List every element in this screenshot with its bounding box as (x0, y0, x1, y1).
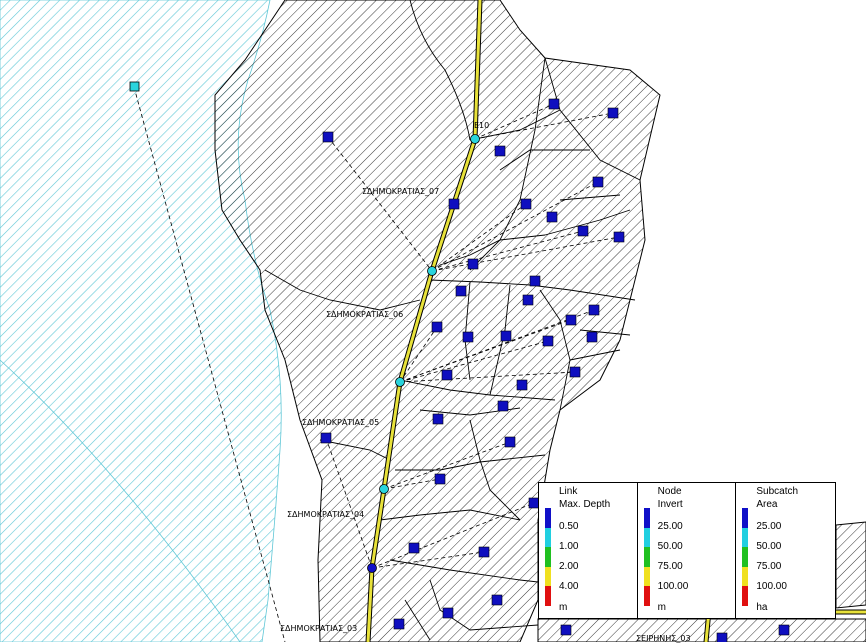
legend-title: Subcatch (756, 486, 799, 497)
subcatchment-centroid[interactable] (320, 432, 332, 444)
legend-value: 25.00 (756, 521, 782, 532)
subcatchment-centroid[interactable] (586, 331, 598, 343)
legend-subtitle: Invert (657, 499, 683, 510)
subcatchment-centroid[interactable] (322, 131, 334, 143)
legend-value: 1.00 (559, 541, 579, 552)
subcatchment-centroid[interactable] (778, 624, 790, 636)
legend-subtitle: Area (756, 499, 778, 510)
legend-panel-link: Link Max. Depth 0.50 1.00 2.00 4.00 m (539, 483, 638, 618)
label-node-e10: E10 (474, 121, 490, 130)
legend-value: 50.00 (756, 541, 782, 552)
node-d03[interactable] (367, 563, 377, 573)
subcatchment-centroid[interactable] (434, 473, 446, 485)
legend-color-bar (545, 508, 551, 606)
map-legend: Link Max. Depth 0.50 1.00 2.00 4.00 m No… (538, 482, 836, 619)
subcatchment-centroid[interactable] (546, 211, 558, 223)
subcatchment-centroid[interactable] (548, 98, 560, 110)
subcatchment-centroid[interactable] (565, 314, 577, 326)
subcatchment-centroid[interactable] (529, 275, 541, 287)
subcatchment-centroid[interactable] (607, 107, 619, 119)
subcatchment-centroid[interactable] (478, 546, 490, 558)
subcatchment-centroid[interactable] (455, 285, 467, 297)
node-d04[interactable] (379, 484, 389, 494)
subcatchment-centroid[interactable] (467, 258, 479, 270)
subcatchment-centroid[interactable] (592, 176, 604, 188)
node-d06[interactable] (427, 266, 437, 276)
legend-value: 0.50 (559, 521, 579, 532)
subcatchment-centroid[interactable] (522, 294, 534, 306)
subcatchment-centroid[interactable] (494, 145, 506, 157)
outfall-marker[interactable] (129, 81, 140, 92)
legend-value: 2.00 (559, 561, 579, 572)
catchment-area-south (537, 618, 866, 642)
label-d05: ΣΔΗΜΟΚΡΑΤΙΑΣ_05 (302, 418, 380, 427)
legend-panel-subcatch: Subcatch Area 25.00 50.00 75.00 100.00 h… (736, 483, 835, 618)
subcatchment-centroid[interactable] (560, 624, 572, 636)
label-d07: ΣΔΗΜΟΚΡΑΤΙΑΣ_07 (362, 187, 440, 196)
subcatchment-centroid[interactable] (491, 594, 503, 606)
subcatchment-centroid[interactable] (516, 379, 528, 391)
subcatchment-centroid[interactable] (500, 330, 512, 342)
legend-color-bar (643, 508, 650, 606)
node-e10[interactable] (470, 134, 480, 144)
legend-unit: ha (756, 602, 768, 613)
legend-value: 100.00 (756, 581, 787, 592)
subcatchment-centroid[interactable] (613, 231, 625, 243)
legend-unit: m (657, 602, 667, 613)
subcatchment-centroid[interactable] (542, 335, 554, 347)
legend-value: 4.00 (559, 581, 579, 592)
subcatchment-centroid[interactable] (441, 369, 453, 381)
subcatchment-centroid[interactable] (448, 198, 460, 210)
node-d05[interactable] (395, 377, 405, 387)
legend-title: Node (657, 486, 682, 497)
label-d03: ΣΔΗΜΟΚΡΑΤΙΑΣ_03 (280, 624, 358, 633)
legend-value: 75.00 (657, 561, 683, 572)
legend-value: 100.00 (657, 581, 689, 592)
legend-subtitle: Max. Depth (559, 499, 611, 510)
legend-title: Link (559, 486, 578, 497)
legend-color-bar (742, 508, 749, 606)
legend-value: 25.00 (657, 521, 683, 532)
label-d04: ΣΔΗΜΟΚΡΑΤΙΑΣ_04 (287, 510, 365, 519)
subcatchment-centroid[interactable] (497, 400, 509, 412)
subcatchment-centroid[interactable] (577, 225, 589, 237)
subcatchment-centroid[interactable] (520, 198, 532, 210)
subcatchment-centroid[interactable] (588, 304, 600, 316)
catchment-area-east (835, 521, 866, 609)
legend-value: 50.00 (657, 541, 683, 552)
subcatchment-centroid[interactable] (432, 413, 444, 425)
subcatchment-centroid[interactable] (716, 632, 728, 642)
subcatchment-centroid[interactable] (408, 542, 420, 554)
subcatchment-centroid[interactable] (504, 436, 516, 448)
legend-panel-node: Node Invert 25.00 50.00 75.00 100.00 m (638, 483, 737, 618)
subcatchment-centroid[interactable] (462, 331, 474, 343)
subcatchment-centroid[interactable] (393, 618, 405, 630)
subcatchment-centroid[interactable] (442, 607, 454, 619)
legend-value: 75.00 (756, 561, 782, 572)
subcatchment-centroid[interactable] (431, 321, 443, 333)
label-d06: ΣΔΗΜΟΚΡΑΤΙΑΣ_06 (326, 310, 404, 319)
subcatchment-centroid[interactable] (569, 366, 581, 378)
legend-unit: m (559, 602, 568, 613)
